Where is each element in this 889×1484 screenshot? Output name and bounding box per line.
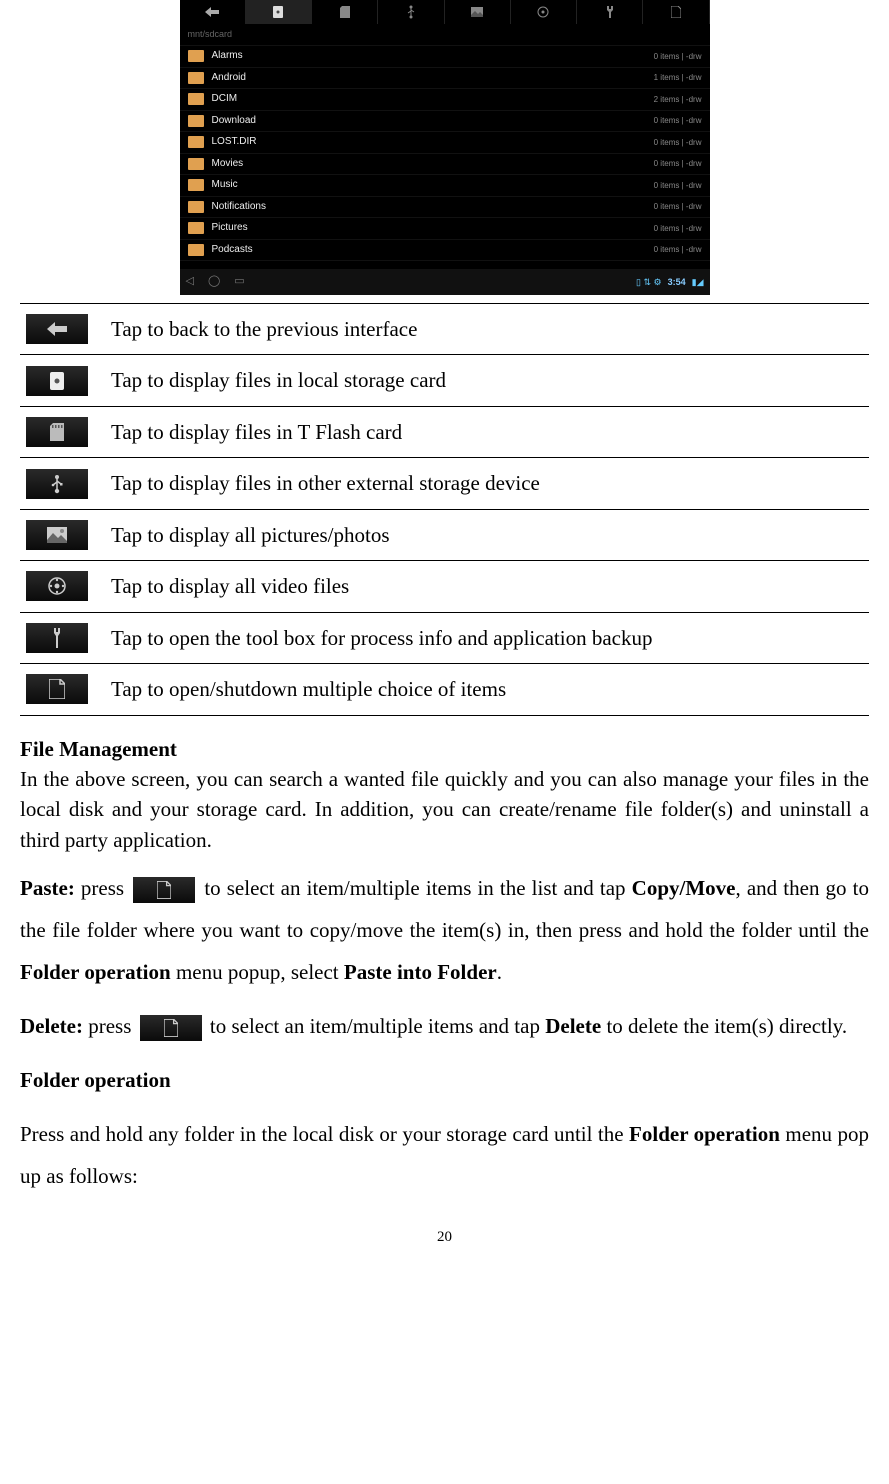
tab-local-icon [246,0,312,24]
multiselect-icon [133,877,195,903]
list-item: Movies0 items | -drw [180,154,710,176]
table-row: Tap to display files in T Flash card [20,406,869,457]
section-title: File Management [20,737,177,761]
screenshot-toolbar [180,0,710,24]
paste-label: Paste: [20,876,75,900]
delete-label: Delete: [20,1014,83,1038]
page-number: 20 [20,1227,869,1249]
folder-list: Alarms0 items | -drw Android1 items | -d… [180,46,710,261]
icon-description: Tap to display all pictures/photos [105,509,869,560]
list-item: LOST.DIR0 items | -drw [180,132,710,154]
list-item: Download0 items | -drw [180,111,710,133]
embedded-screenshot: mnt/sdcard Alarms0 items | -drw Android1… [20,0,869,295]
list-item: Music0 items | -drw [180,175,710,197]
multiselect-icon [140,1015,202,1041]
breadcrumb: mnt/sdcard [180,24,710,46]
section-intro: In the above screen, you can search a wa… [20,767,869,852]
nav-back-icon: ◁ [186,274,194,290]
icon-description: Tap to open/shutdown multiple choice of … [105,664,869,715]
icon-description-table: Tap to back to the previous interface Ta… [20,303,869,716]
nav-home-icon: ◯ [208,274,220,290]
tab-sd-icon [312,0,378,24]
paste-paragraph: Paste: press to select an item/multiple … [20,867,869,993]
list-item: DCIM2 items | -drw [180,89,710,111]
icon-description: Tap to display all video files [105,561,869,612]
usb-icon [26,469,88,499]
navbar: ◁ ◯ ▭ ▯ ⇅ ⚙ 3:54 ▮◢ [180,269,710,295]
list-item: Alarms0 items | -drw [180,46,710,68]
list-item: Podcasts0 items | -drw [180,240,710,262]
tab-toolbox-icon [577,0,643,24]
multiselect-icon [26,674,88,704]
folder-operation-heading: Folder operation [20,1059,869,1101]
nav-recent-icon: ▭ [234,274,244,290]
tab-photos-icon [445,0,511,24]
list-item: Pictures0 items | -drw [180,218,710,240]
table-row: Tap to display all video files [20,561,869,612]
table-row: Tap to open/shutdown multiple choice of … [20,664,869,715]
status-time: 3:54 [668,276,686,289]
icon-description: Tap to open the tool box for process inf… [105,612,869,663]
file-management-section: File Management In the above screen, you… [20,734,869,1198]
back-icon [26,314,88,344]
table-row: Tap to display files in other external s… [20,458,869,509]
list-item: Android1 items | -drw [180,68,710,90]
table-row: Tap to back to the previous interface [20,304,869,355]
toolbox-icon [26,623,88,653]
tab-usb-icon [378,0,444,24]
icon-description: Tap to back to the previous interface [105,304,869,355]
photos-icon [26,520,88,550]
videos-icon [26,571,88,601]
icon-description: Tap to display files in other external s… [105,458,869,509]
local-storage-icon [26,366,88,396]
table-row: Tap to open the tool box for process inf… [20,612,869,663]
delete-paragraph: Delete: press to select an item/multiple… [20,1005,869,1047]
folder-operation-paragraph: Press and hold any folder in the local d… [20,1113,869,1197]
table-row: Tap to display files in local storage ca… [20,355,869,406]
status-icons: ▯ ⇅ ⚙ [636,276,662,289]
tab-back-icon [180,0,246,24]
tab-videos-icon [511,0,577,24]
icon-description: Tap to display files in T Flash card [105,406,869,457]
status-signal: ▮◢ [692,276,704,289]
list-item: Notifications0 items | -drw [180,197,710,219]
table-row: Tap to display all pictures/photos [20,509,869,560]
tab-multiselect-icon [643,0,709,24]
tflash-icon [26,417,88,447]
icon-description: Tap to display files in local storage ca… [105,355,869,406]
